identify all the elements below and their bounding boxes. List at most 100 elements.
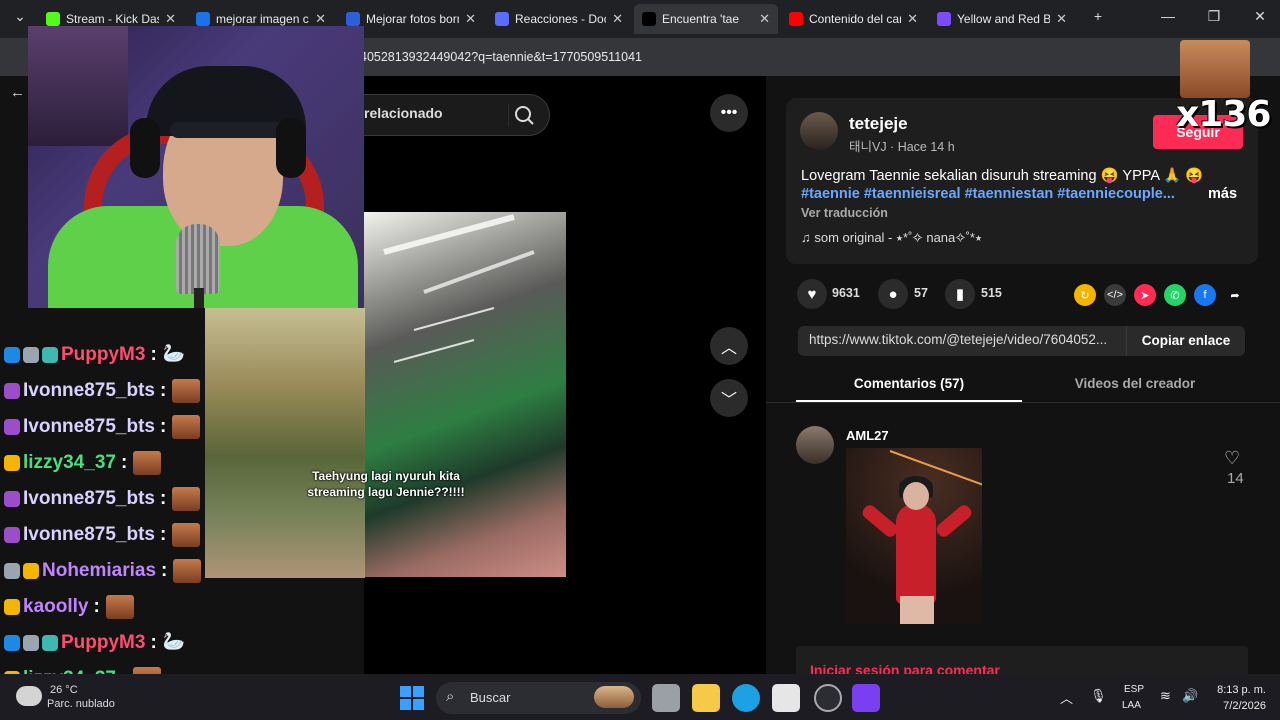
bookmark-icon: ▮	[955, 286, 965, 303]
close-window-button[interactable]: ✕	[1242, 8, 1278, 25]
close-tab-icon[interactable]: ✕	[759, 11, 770, 27]
search-text: relacionado	[364, 105, 443, 121]
taskbar-date[interactable]: 7/2/2026	[1210, 700, 1266, 712]
browser-tab[interactable]: Reacciones - Doc ✕	[487, 4, 631, 34]
close-tab-icon[interactable]: ✕	[165, 11, 176, 27]
tab-favicon-icon	[937, 12, 951, 26]
tab-favicon-icon	[46, 12, 60, 26]
like-button[interactable]: ♥	[797, 279, 827, 309]
face-emote-icon	[172, 487, 201, 511]
chat-message: kaoolly:	[4, 592, 134, 622]
tab-comments[interactable]: Comentarios (57)	[796, 376, 1022, 391]
close-tab-icon[interactable]: ✕	[315, 11, 326, 27]
more-options-button[interactable]: •••	[710, 94, 748, 132]
close-tab-icon[interactable]: ✕	[907, 11, 918, 27]
close-tab-icon[interactable]: ✕	[465, 11, 476, 27]
tab-favicon-icon	[789, 12, 803, 26]
comment-image[interactable]	[846, 448, 982, 624]
keyboard-layout[interactable]: LAA	[1122, 700, 1141, 711]
chat-username: Ivonne875_bts	[23, 524, 155, 545]
face-emote-icon	[172, 523, 201, 547]
weather-icon[interactable]	[16, 686, 42, 706]
more-link[interactable]: más	[1208, 186, 1237, 202]
repost-icon[interactable]: ↻	[1074, 284, 1096, 306]
author-avatar[interactable]	[800, 112, 838, 150]
send-icon[interactable]: ➤	[1134, 284, 1156, 306]
chat-badge-icon	[4, 419, 20, 435]
chat-message: PuppyM3: 🦢	[4, 340, 186, 370]
post-hashtags[interactable]: #taennie #taennieisreal #taenniestan #ta…	[801, 186, 1175, 202]
chat-separator: :	[93, 596, 100, 617]
browser-tab[interactable]: Encuentra 'tae ✕	[634, 4, 778, 34]
counter-overlay: x136	[1176, 40, 1271, 136]
copy-link-button[interactable]: Copiar enlace	[1126, 326, 1245, 356]
chat-separator: :	[161, 560, 168, 581]
store-icon[interactable]	[772, 684, 800, 712]
next-video-button[interactable]: ﹀	[710, 379, 748, 417]
minimize-button[interactable]: —	[1150, 8, 1186, 24]
tab-favicon-icon	[642, 12, 656, 26]
chevron-down-icon: ﹀	[720, 392, 737, 409]
video-frame[interactable]	[364, 212, 566, 577]
chat-separator: :	[150, 632, 157, 653]
embed-icon[interactable]: </>	[1104, 284, 1126, 306]
translate-link[interactable]: Ver traducción	[801, 206, 888, 220]
tab-favicon-icon	[346, 12, 360, 26]
face-emote-icon	[172, 379, 201, 403]
keyboard-language[interactable]: ESP	[1124, 684, 1144, 695]
search-icon[interactable]	[508, 100, 540, 130]
chevron-up-icon[interactable]: ︿	[1060, 688, 1073, 707]
chat-message: Nohemiarias:	[4, 556, 202, 586]
chat-separator: :	[160, 416, 167, 437]
author-username[interactable]: tetejeje	[849, 114, 908, 134]
taskbar-clock[interactable]: 8:13 p. m.	[1210, 684, 1266, 696]
chat-badge-icon	[23, 347, 39, 363]
share-arrow-icon[interactable]: ➦	[1224, 284, 1246, 306]
chat-badge-icon	[4, 383, 20, 399]
tab-title: Reacciones - Doc	[515, 12, 607, 26]
back-icon[interactable]: ←	[10, 84, 25, 101]
tab-creator-videos[interactable]: Videos del creador	[1022, 376, 1248, 391]
music-link[interactable]: ♫ som original - ⭑*˚✧ nana✧˚*⭑	[801, 230, 982, 246]
maximize-button[interactable]: ❐	[1196, 8, 1232, 25]
windows-start-icon[interactable]	[400, 686, 424, 710]
recording-app-icon[interactable]	[852, 684, 880, 712]
share-link-text[interactable]: https://www.tiktok.com/@tetejeje/video/7…	[809, 332, 1124, 347]
chat-username: PuppyM3	[61, 344, 146, 365]
commenter-avatar[interactable]	[796, 426, 834, 464]
file-explorer-icon[interactable]	[692, 684, 720, 712]
save-button[interactable]: ▮	[945, 279, 975, 309]
microphone-icon[interactable]: 🎙	[1090, 688, 1107, 704]
weather-description[interactable]: Parc. nublado	[47, 698, 115, 710]
browser-tab[interactable]: Contenido del cana ✕	[781, 4, 926, 34]
chat-username: Ivonne875_bts	[23, 416, 155, 437]
chat-separator: :	[120, 452, 128, 473]
more-icon: •••	[720, 104, 738, 121]
search-highlight-icon	[594, 686, 634, 708]
close-tab-icon[interactable]: ✕	[1056, 11, 1067, 27]
whatsapp-icon[interactable]: ✆	[1164, 284, 1186, 306]
chat-separator: :	[150, 344, 157, 365]
edge-browser-icon[interactable]	[732, 684, 760, 712]
task-view-icon[interactable]	[652, 684, 680, 712]
wifi-icon[interactable]: ≋	[1160, 688, 1171, 704]
weather-temperature[interactable]: 26 °C	[50, 684, 78, 696]
comment-like-icon[interactable]: ♡	[1224, 448, 1240, 469]
taskbar-search-label: Buscar	[470, 690, 511, 705]
commenter-name[interactable]: AML27	[846, 428, 889, 443]
comment-button[interactable]: ●	[878, 279, 908, 309]
browser-tab[interactable]: Yellow and Red Bric ✕	[929, 4, 1075, 34]
prev-video-button[interactable]: ︿	[710, 327, 748, 365]
facebook-icon[interactable]: f	[1194, 284, 1216, 306]
face-emote-icon	[172, 415, 201, 439]
volume-icon[interactable]: 🔊	[1182, 688, 1198, 704]
goose-emote-icon: 🦢	[162, 343, 186, 363]
tab-title: Yellow and Red Bric	[957, 12, 1051, 26]
close-tab-icon[interactable]: ✕	[612, 11, 623, 27]
url-text[interactable]: 4052813932449042?q=taennie&t=17705095110…	[360, 44, 940, 70]
post-description: Lovegram Taennie sekalian disuruh stream…	[801, 168, 1204, 184]
app-icon[interactable]	[814, 684, 842, 712]
new-tab-button[interactable]: +	[1080, 8, 1116, 24]
chat-badge-icon	[23, 635, 39, 651]
tab-list-button[interactable]: ⌄	[2, 8, 38, 25]
